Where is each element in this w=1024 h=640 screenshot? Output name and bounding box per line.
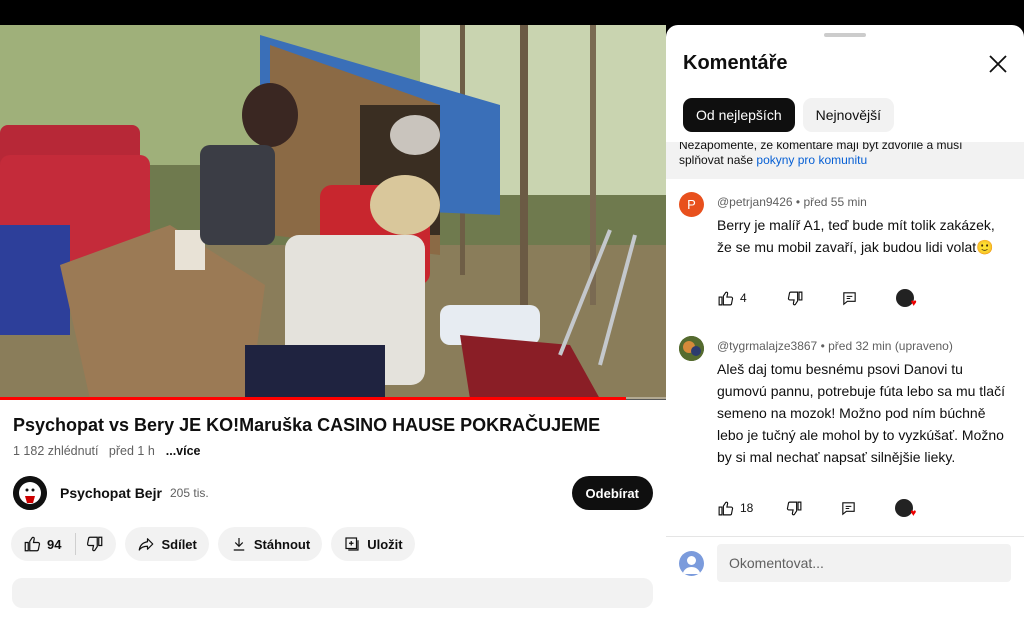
comment-header: @tygrmalajze3867 • před 32 min (upraveno… [717, 339, 953, 353]
thumbs-up-icon [24, 536, 41, 552]
tiger-avatar-icon [679, 336, 704, 361]
avatar-letter: P [687, 197, 696, 212]
comment-like-count: 4 [740, 291, 747, 305]
share-button[interactable]: Sdílet [125, 527, 209, 561]
download-icon [233, 538, 245, 551]
comment-actions: 18 ♥ [717, 498, 916, 519]
video-info: Psychopat vs Bery JE KO!Maruška CASINO H… [0, 400, 666, 640]
upload-age: před 1 h [108, 444, 155, 458]
comment-time: před 55 min [803, 195, 867, 209]
thumbs-down-icon[interactable] [787, 290, 804, 307]
video-title: Psychopat vs Bery JE KO!Maruška CASINO H… [13, 415, 601, 435]
notice-text-block: Nezapomeňte, že komentáře mají být zdvoř… [679, 142, 1009, 168]
comment-text: Berry je malíř A1, teď bude mít tolik za… [717, 217, 995, 255]
subscriber-count: 205 tis. [170, 486, 209, 500]
close-icon [989, 55, 1007, 73]
comment-text: Aleš daj tomu besnému psovi Danovi tu gu… [717, 361, 1005, 465]
thumbs-up-icon[interactable] [717, 290, 734, 307]
thumbs-up-icon[interactable] [717, 500, 734, 517]
video-meta[interactable]: 1 182 zhlédnutí před 1 h ...více [13, 444, 201, 458]
comment-header: @petrjan9426 • před 55 min [717, 195, 867, 209]
chip-newest[interactable]: Nejnovější [802, 98, 894, 132]
comment-actions: 4 ♥ [717, 288, 917, 309]
comment-item: P @petrjan9426 • před 55 min Berry je ma… [666, 192, 1024, 342]
comment-author[interactable]: @petrjan9426 [717, 195, 793, 209]
comment-avatar[interactable] [679, 336, 704, 361]
dislike-button[interactable] [86, 535, 104, 553]
comment-input[interactable] [717, 544, 1011, 582]
save-button[interactable]: Uložit [331, 527, 415, 561]
download-button[interactable]: Stáhnout [217, 527, 323, 561]
like-count: 94 [47, 536, 62, 552]
creator-heart-icon: ♥ [895, 289, 917, 309]
channel-avatar-icon [13, 476, 47, 510]
save-label: Uložit [367, 536, 403, 552]
like-dislike-group: 94 [11, 527, 117, 561]
drag-handle[interactable] [824, 33, 866, 37]
comments-panel: Komentáře Od nejlepších Nejnovější Nezap… [666, 25, 1024, 640]
video-player[interactable] [0, 25, 666, 399]
chip-top[interactable]: Od nejlepších [683, 98, 795, 132]
comment-author[interactable]: @tygrmalajze3867 [717, 339, 817, 353]
input-divider [666, 536, 1024, 537]
sort-chips: Od nejlepších Nejnovější [683, 98, 894, 132]
comment-item: @tygrmalajze3867 • před 32 min (upraveno… [666, 336, 1024, 526]
video-frame [0, 25, 666, 399]
comment-like-count: 18 [740, 501, 754, 515]
creator-heart-icon: ♥ [895, 499, 916, 519]
save-to-playlist-icon [345, 537, 359, 551]
thumbs-down-icon [87, 536, 103, 552]
like-button[interactable]: 94 [23, 535, 61, 553]
subscribe-button[interactable]: Odebírat [571, 476, 653, 510]
reply-icon[interactable] [841, 290, 858, 307]
user-avatar-icon [682, 556, 701, 574]
comment-avatar[interactable]: P [679, 192, 704, 217]
description-card[interactable] [12, 578, 653, 608]
download-label: Stáhnout [253, 536, 311, 552]
app-root: Psychopat vs Bery JE KO!Maruška CASINO H… [0, 0, 1024, 640]
channel-avatar[interactable] [13, 476, 47, 510]
share-label: Sdílet [161, 536, 197, 552]
more-link[interactable]: ...více [166, 444, 201, 458]
close-button[interactable] [986, 52, 1010, 76]
share-icon [139, 538, 154, 551]
channel-name[interactable]: Psychopat Bejr [60, 485, 162, 501]
like-divider [75, 533, 77, 555]
my-avatar [679, 551, 704, 576]
community-guidelines-link[interactable]: pokyny pro komunitu [756, 153, 867, 167]
community-notice: Nezapomeňte, že komentáře mají být zdvoř… [666, 142, 1024, 179]
thumbs-down-icon[interactable] [786, 500, 803, 517]
view-count: 1 182 zhlédnutí [13, 444, 99, 458]
channel-row: Psychopat Bejr 205 tis. Odebírat [13, 475, 653, 511]
video-page: Psychopat vs Bery JE KO!Maruška CASINO H… [0, 0, 666, 640]
comment-time: před 32 min (upraveno) [828, 339, 953, 353]
comments-title: Komentáře [683, 52, 788, 74]
reply-icon[interactable] [840, 500, 857, 517]
action-bar: 94 Sdílet Stáhnout Uložit [11, 527, 415, 561]
